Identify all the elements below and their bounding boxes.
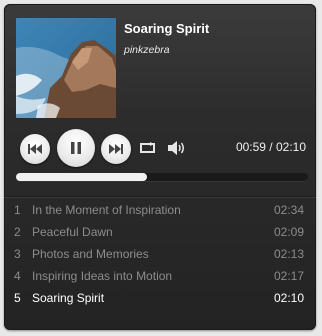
time-display: 00:59 / 02:10 bbox=[235, 140, 306, 154]
track-name: Soaring Spirit bbox=[32, 291, 105, 305]
track-number: 3 bbox=[14, 247, 21, 261]
divider bbox=[4, 196, 316, 197]
track-name: In the Moment of Inspiration bbox=[32, 203, 181, 217]
progress-fill bbox=[16, 173, 148, 181]
next-button[interactable] bbox=[101, 134, 131, 164]
pause-button[interactable] bbox=[57, 129, 95, 167]
track-number: 4 bbox=[14, 269, 21, 283]
playlist: 1 In the Moment of Inspiration 02:34 2 P… bbox=[4, 199, 316, 309]
track-duration: 02:34 bbox=[273, 203, 304, 217]
track-number: 2 bbox=[14, 225, 21, 239]
track-number: 1 bbox=[14, 203, 21, 217]
track-name: Peaceful Dawn bbox=[32, 225, 113, 239]
playlist-item-active[interactable]: 5 Soaring Spirit 02:10 bbox=[4, 287, 316, 309]
track-number: 5 bbox=[14, 291, 21, 305]
track-duration: 02:10 bbox=[273, 291, 304, 305]
track-duration: 02:13 bbox=[273, 247, 304, 261]
next-icon bbox=[109, 144, 123, 154]
playlist-item[interactable]: 1 In the Moment of Inspiration 02:34 bbox=[4, 199, 316, 221]
track-name: Inspiring Ideas into Motion bbox=[32, 269, 173, 283]
playlist-item[interactable]: 3 Photos and Memories 02:13 bbox=[4, 243, 316, 265]
track-duration: 02:09 bbox=[273, 225, 304, 239]
repeat-icon bbox=[140, 142, 155, 153]
audio-player: Soaring Spirit pinkzebra 00:59 / 02:10 1… bbox=[4, 4, 316, 330]
volume-icon bbox=[168, 141, 184, 155]
playlist-item[interactable]: 4 Inspiring Ideas into Motion 02:17 bbox=[4, 265, 316, 287]
playlist-item[interactable]: 2 Peaceful Dawn 02:09 bbox=[4, 221, 316, 243]
album-cover-image bbox=[16, 18, 116, 118]
track-title: Soaring Spirit bbox=[124, 21, 210, 36]
repeat-button[interactable] bbox=[138, 140, 158, 156]
pause-icon bbox=[71, 142, 81, 154]
track-duration: 02:17 bbox=[273, 269, 304, 283]
volume-button[interactable] bbox=[166, 139, 188, 157]
previous-button[interactable] bbox=[20, 134, 50, 164]
track-name: Photos and Memories bbox=[32, 247, 149, 261]
progress-bar[interactable] bbox=[16, 173, 308, 181]
artist-name: pinkzebra bbox=[124, 44, 170, 56]
previous-icon bbox=[28, 144, 42, 154]
